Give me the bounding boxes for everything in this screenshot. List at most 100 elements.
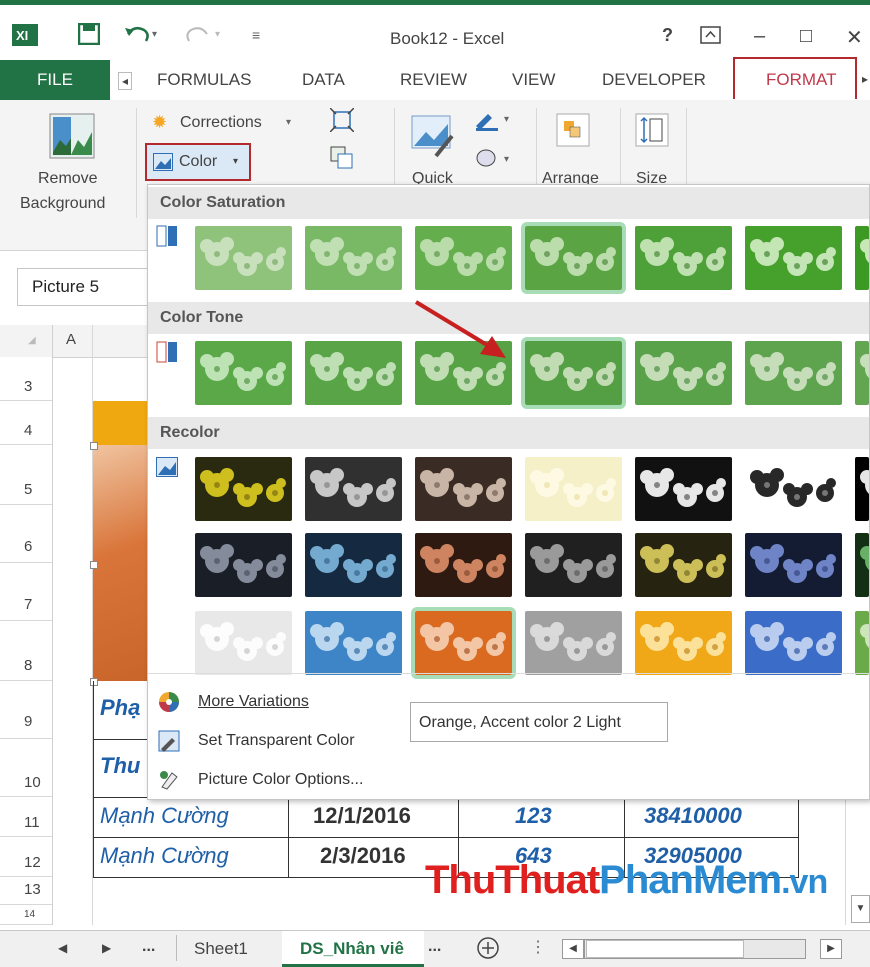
- more-sheets-right[interactable]: ...: [428, 938, 441, 956]
- color-variant-thumbnail[interactable]: [415, 457, 512, 521]
- tab-view[interactable]: VIEW: [512, 70, 555, 90]
- name-box[interactable]: Picture 5: [17, 268, 149, 306]
- color-variant-thumbnail[interactable]: [195, 226, 292, 290]
- tab-scroll-left-icon[interactable]: ◂: [118, 72, 133, 90]
- compress-pictures-icon[interactable]: [329, 107, 355, 135]
- color-variant-thumbnail[interactable]: [195, 611, 292, 675]
- color-variant-thumbnail[interactable]: [411, 607, 516, 679]
- row-header-12[interactable]: 12: [0, 837, 52, 877]
- row-header-5[interactable]: 5: [0, 445, 52, 505]
- cell-r12-date[interactable]: 2/3/2016: [320, 843, 406, 869]
- sheet-tab-sheet1[interactable]: Sheet1: [194, 939, 248, 959]
- corrections-dropdown-icon[interactable]: ▾: [286, 117, 291, 128]
- color-variant-thumbnail[interactable]: [745, 226, 842, 290]
- more-sheets-left[interactable]: ...: [142, 938, 155, 956]
- close-button[interactable]: ✕: [846, 25, 863, 50]
- color-variant-thumbnail[interactable]: [305, 457, 402, 521]
- next-sheet-icon[interactable]: ▶: [102, 941, 111, 955]
- redo-icon[interactable]: ▾: [185, 21, 225, 51]
- saturation-options-icon[interactable]: [156, 225, 178, 250]
- tone-options-icon[interactable]: [156, 341, 178, 366]
- tab-review[interactable]: REVIEW: [400, 70, 467, 90]
- color-variant-thumbnail[interactable]: [415, 226, 512, 290]
- resize-handle[interactable]: [90, 561, 98, 569]
- color-button[interactable]: Color ▾: [145, 143, 251, 181]
- color-variant-thumbnail[interactable]: [415, 533, 512, 597]
- help-button[interactable]: ?: [662, 25, 673, 46]
- cell-r11-date[interactable]: 12/1/2016: [313, 803, 411, 829]
- cell-r9-name[interactable]: Phạ: [100, 695, 140, 721]
- color-variant-thumbnail[interactable]: [635, 457, 732, 521]
- tab-file[interactable]: FILE: [0, 60, 110, 100]
- scroll-left-icon[interactable]: ◀: [562, 939, 584, 959]
- set-transparent-color-item[interactable]: Set Transparent Color: [198, 732, 355, 750]
- arrange-icon[interactable]: [555, 112, 591, 151]
- row-header-4[interactable]: 4: [0, 401, 52, 445]
- color-variant-thumbnail[interactable]: [855, 341, 869, 405]
- picture-border-icon[interactable]: ▾: [474, 108, 514, 135]
- select-all-icon[interactable]: ◢: [28, 335, 36, 346]
- row-header-9[interactable]: 9: [0, 681, 52, 739]
- column-header-a[interactable]: A: [66, 331, 76, 348]
- cell-r11-name[interactable]: Mạnh Cường: [100, 803, 229, 829]
- customize-quick-access-icon[interactable]: ≡: [252, 27, 260, 43]
- change-picture-icon[interactable]: [330, 146, 354, 173]
- color-variant-thumbnail[interactable]: [635, 611, 732, 675]
- color-variant-thumbnail[interactable]: [195, 533, 292, 597]
- color-variant-thumbnail[interactable]: [305, 341, 402, 405]
- remove-background-label-2[interactable]: Background: [20, 195, 105, 213]
- row-header-10[interactable]: 10: [0, 739, 52, 797]
- corrections-button[interactable]: Corrections: [180, 114, 262, 132]
- picture-object[interactable]: [93, 445, 147, 681]
- scroll-down-icon[interactable]: ▼: [851, 895, 870, 923]
- color-variant-thumbnail[interactable]: [635, 226, 732, 290]
- color-variant-thumbnail[interactable]: [855, 457, 869, 521]
- minimize-button[interactable]: –: [754, 25, 765, 48]
- color-variant-thumbnail[interactable]: [521, 222, 626, 294]
- row-header-8[interactable]: 8: [0, 621, 52, 681]
- prev-sheet-icon[interactable]: ◀: [58, 941, 67, 955]
- size-icon[interactable]: [634, 112, 670, 151]
- picture-effects-icon[interactable]: ▾: [474, 146, 514, 173]
- cell-r11-qty[interactable]: 123: [515, 803, 552, 829]
- row-header-6[interactable]: 6: [0, 505, 52, 563]
- color-variant-thumbnail[interactable]: [855, 611, 869, 675]
- color-variant-thumbnail[interactable]: [305, 611, 402, 675]
- row-header-3[interactable]: 3: [0, 357, 52, 401]
- color-variant-thumbnail[interactable]: [635, 533, 732, 597]
- color-variant-thumbnail[interactable]: [521, 337, 626, 409]
- color-variant-thumbnail[interactable]: [745, 533, 842, 597]
- save-icon[interactable]: [77, 22, 101, 51]
- corrections-icon[interactable]: ✹: [152, 112, 167, 133]
- color-variant-thumbnail[interactable]: [635, 341, 732, 405]
- split-handle-icon[interactable]: ⋮: [530, 937, 546, 957]
- color-variant-thumbnail[interactable]: [305, 533, 402, 597]
- remove-background-icon[interactable]: [48, 112, 96, 163]
- color-variant-thumbnail[interactable]: [525, 457, 622, 521]
- color-variant-thumbnail[interactable]: [745, 611, 842, 675]
- row-header-11[interactable]: 11: [0, 797, 52, 837]
- remove-background-label-1[interactable]: Remove: [38, 170, 98, 188]
- color-variant-thumbnail[interactable]: [855, 533, 869, 597]
- row-header-13[interactable]: 13: [0, 877, 52, 905]
- color-variant-thumbnail[interactable]: [525, 611, 622, 675]
- quick-styles-icon[interactable]: [410, 112, 456, 161]
- add-sheet-icon[interactable]: [475, 935, 501, 964]
- tab-developer[interactable]: DEVELOPER: [602, 70, 706, 90]
- picture-color-options-item[interactable]: Picture Color Options...: [198, 771, 363, 789]
- undo-icon[interactable]: ▾: [122, 21, 162, 51]
- color-variant-thumbnail[interactable]: [195, 457, 292, 521]
- tab-scroll-right-icon[interactable]: ▸: [862, 72, 868, 86]
- row-header-7[interactable]: 7: [0, 563, 52, 621]
- cell-r10-name[interactable]: Thu: [100, 753, 140, 779]
- maximize-button[interactable]: □: [800, 25, 812, 48]
- tab-data[interactable]: DATA: [302, 70, 345, 90]
- color-variant-thumbnail[interactable]: [745, 341, 842, 405]
- cell-r12-name[interactable]: Mạnh Cường: [100, 843, 229, 869]
- color-variant-thumbnail[interactable]: [855, 226, 869, 290]
- row-header-14[interactable]: 14: [0, 905, 52, 925]
- scroll-thumb[interactable]: [586, 940, 744, 958]
- ribbon-display-options-icon[interactable]: [700, 25, 722, 51]
- sheet-tab-ds-nhan-vien[interactable]: DS_Nhân viê: [300, 939, 404, 959]
- scroll-right-icon[interactable]: ▶: [820, 939, 842, 959]
